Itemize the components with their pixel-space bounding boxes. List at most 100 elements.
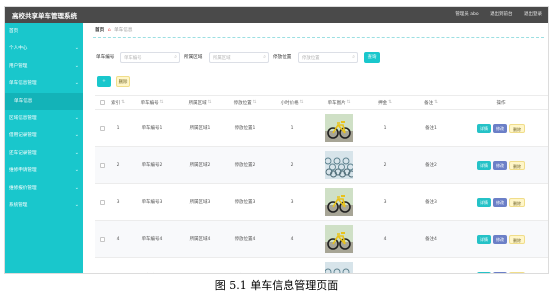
location-cell: 停放位置1 <box>223 110 267 146</box>
select-all-checkbox[interactable] <box>99 100 105 105</box>
delete-button[interactable]: 删除 <box>509 160 525 170</box>
code-value: 单车编号1 <box>141 126 163 131</box>
row-checkbox[interactable] <box>99 236 105 242</box>
sort-icon[interactable]: ⇅ <box>434 100 438 105</box>
view-button[interactable]: 详情 <box>477 123 491 133</box>
area-cell: 所属区域4 <box>177 221 223 257</box>
edit-label: 修改 <box>496 274 504 275</box>
delete-button[interactable]: 删除 <box>509 123 525 133</box>
sidebar-item[interactable]: 维修申请管理 ⌄ <box>5 162 83 179</box>
column-header: 单车编号 <box>140 100 159 106</box>
index-value: 1 <box>116 125 120 131</box>
sort-icon[interactable]: ⇅ <box>208 100 212 105</box>
sidebar-item-label: 维修申请管理 <box>9 168 37 174</box>
bulk-delete-button[interactable]: 删除 <box>116 76 130 87</box>
sidebar-item[interactable]: 借用记录管理 ⌄ <box>5 127 83 144</box>
yellow-bike-image <box>325 114 353 142</box>
sort-icon[interactable]: ⇅ <box>160 100 164 105</box>
location-cell: 停放位置3 <box>223 184 267 220</box>
edit-button[interactable]: 修改 <box>493 197 507 207</box>
sidebar-item[interactable]: 维修报价管理 ⌄ <box>5 180 83 197</box>
sidebar-item[interactable]: 用户管理 ⌄ <box>5 58 83 75</box>
search-button[interactable]: 查询 <box>364 52 380 63</box>
sort-icon[interactable]: ⇅ <box>300 100 304 105</box>
operation-cell: 详情 修改 删除 <box>453 221 548 257</box>
deposit-value: 5 <box>384 274 387 275</box>
column-header: 操作 <box>496 100 506 106</box>
chevron-down-icon: ⌄ <box>74 80 79 87</box>
sort-icon[interactable]: ⇅ <box>121 100 125 105</box>
image-cell <box>317 147 361 183</box>
delete-button[interactable]: 删除 <box>509 197 525 207</box>
area-cell: 所属区域2 <box>177 147 223 183</box>
location-value: 停放位置1 <box>234 126 256 131</box>
delete-button[interactable]: 删除 <box>509 271 525 273</box>
bike-table: 索引 ⇅ 单车编号 ⇅ 所属区域 ⇅ 停放位置 ⇅ 小时价格 ⇅ 单车图片 ⇅ 押金 ⇅ 备注 ⇅ 操作 1 单车编… <box>95 95 548 275</box>
location-value: 停放位置5 <box>235 273 256 274</box>
edit-button[interactable]: 修改 <box>493 160 507 170</box>
breadcrumb: 首页 ⌂ 单车信息 <box>95 27 132 33</box>
edit-button[interactable]: 修改 <box>493 123 507 133</box>
row-checkbox[interactable] <box>99 162 105 168</box>
location-input[interactable]: 停放位置 ⌕ <box>298 52 358 63</box>
row-checkbox[interactable] <box>99 199 105 205</box>
area-input[interactable]: 所属区域 ⌕ <box>209 52 269 63</box>
price-cell: 2 <box>267 147 317 183</box>
column-header: 单车图片 <box>327 100 346 106</box>
header-cell: 单车图片 ⇅ <box>317 96 361 109</box>
view-button[interactable]: 详情 <box>477 197 491 207</box>
code-cell: 单车编号2 <box>127 147 177 183</box>
area-value: 所属区域2 <box>189 163 211 168</box>
header-cell: 单车编号 ⇅ <box>127 96 177 109</box>
logout-link[interactable]: 退出登录 <box>524 12 542 17</box>
sidebar-item[interactable]: 还车记录管理 ⌄ <box>5 145 83 162</box>
header-cell <box>95 96 109 109</box>
add-button[interactable]: + <box>97 76 111 87</box>
sidebar-item[interactable]: 首页 <box>5 23 83 40</box>
breadcrumb-home[interactable]: 首页 <box>95 28 104 33</box>
operation-cell: 详情 修改 删除 <box>453 110 548 146</box>
sort-icon[interactable]: ⇅ <box>347 100 351 105</box>
price-value: 4 <box>290 236 294 242</box>
delete-label: 删除 <box>513 163 521 169</box>
view-button[interactable]: 详情 <box>477 160 491 170</box>
image-cell <box>317 258 361 273</box>
price-value: 3 <box>290 199 294 205</box>
view-button[interactable]: 详情 <box>477 271 491 273</box>
note-cell: 备注3 <box>409 184 453 220</box>
home-icon: ⌂ <box>107 28 111 33</box>
edit-button[interactable]: 修改 <box>493 271 507 275</box>
back-to-front-link[interactable]: 退出到前台 <box>490 12 513 17</box>
index-value: 3 <box>116 199 120 205</box>
view-button[interactable]: 详情 <box>477 234 491 244</box>
sort-icon[interactable]: ⇅ <box>388 100 392 105</box>
checkbox-cell <box>95 147 109 183</box>
chevron-down-icon: ⌄ <box>74 114 79 121</box>
area-value: 所属区域4 <box>189 237 211 242</box>
operation-cell: 详情 修改 删除 <box>453 184 548 220</box>
sidebar-item[interactable]: 系统管理 ⌄ <box>5 197 83 214</box>
column-header: 备注 <box>424 100 434 106</box>
bike-code-input[interactable]: 单车编号 ⌕ <box>120 52 180 63</box>
view-label: 详情 <box>480 236 488 242</box>
column-header: 索引 <box>111 100 121 106</box>
delete-button[interactable]: 删除 <box>509 234 525 244</box>
header-cell: 小时价格 ⇅ <box>267 96 317 109</box>
table-row: 3 单车编号3 所属区域3 停放位置3 3 3 备注3 详情 修改 删除 <box>95 184 548 221</box>
view-label: 详情 <box>480 125 488 131</box>
sort-icon[interactable]: ⇅ <box>253 100 257 105</box>
sidebar-item[interactable]: 单车信息 <box>5 92 83 110</box>
sidebar-item[interactable]: 区域信息管理 ⌄ <box>5 110 83 127</box>
index-cell: 2 <box>109 147 127 183</box>
row-checkbox[interactable] <box>99 125 105 131</box>
sidebar-item[interactable]: 单车信息管理 ⌄ <box>5 75 83 92</box>
image-cell <box>317 110 361 146</box>
area-cell: 所属区域5 <box>177 258 223 273</box>
edit-button[interactable]: 修改 <box>493 234 507 244</box>
sidebar-item[interactable]: 个人中心 ⌄ <box>5 40 83 57</box>
table-row: 4 单车编号4 所属区域4 停放位置4 4 4 备注4 详情 修改 删除 <box>95 221 548 258</box>
sidebar-item-label: 首页 <box>9 29 19 34</box>
row-checkbox[interactable] <box>100 274 105 275</box>
header-cell: 停放位置 ⇅ <box>223 96 267 109</box>
location-cell: 停放位置2 <box>223 147 267 183</box>
